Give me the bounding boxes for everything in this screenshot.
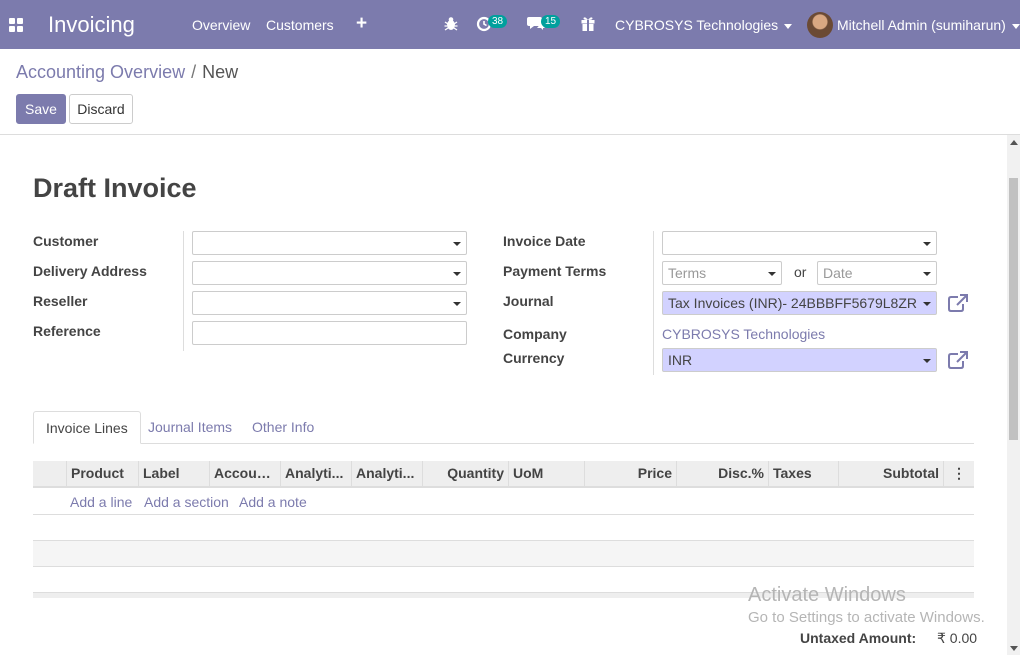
payment-terms-label: Payment Terms xyxy=(503,263,607,279)
tab-other-info[interactable]: Other Info xyxy=(240,411,326,444)
invoice-date-label: Invoice Date xyxy=(503,233,586,249)
add-section-link[interactable]: Add a section xyxy=(144,494,229,510)
messages-count-badge: 15 xyxy=(541,15,561,28)
chevron-down-icon xyxy=(1011,23,1020,29)
due-date-field[interactable]: Date xyxy=(817,261,937,285)
divider xyxy=(0,134,1020,135)
date-placeholder: Date xyxy=(823,265,853,281)
delivery-address-label: Delivery Address xyxy=(33,263,147,279)
column-account[interactable]: Accoun... xyxy=(209,461,280,486)
payment-terms-select[interactable]: Terms xyxy=(662,261,782,285)
breadcrumb-current: New xyxy=(202,62,239,82)
delivery-address-select[interactable] xyxy=(192,261,467,285)
breadcrumb-separator: / xyxy=(191,62,197,82)
column-taxes[interactable]: Taxes xyxy=(768,461,838,486)
page-title: Draft Invoice xyxy=(33,173,197,203)
column-uom[interactable]: UoM xyxy=(508,461,584,486)
bug-icon[interactable] xyxy=(444,16,458,32)
reseller-select[interactable] xyxy=(192,291,467,315)
company-value[interactable]: CYBROSYS Technologies xyxy=(662,326,825,342)
activation-watermark-text: Go to Settings to activate Windows. xyxy=(748,609,985,626)
tab-journal-items[interactable]: Journal Items xyxy=(136,411,244,444)
company-switcher[interactable]: CYBROSYS Technologies xyxy=(615,17,793,33)
scroll-down-icon[interactable] xyxy=(1010,646,1018,651)
reference-input[interactable] xyxy=(192,321,467,345)
journal-value: Tax Invoices (INR)- 24BBBFF5679L8ZR xyxy=(668,295,917,311)
terms-placeholder: Terms xyxy=(668,265,707,281)
menu-customers[interactable]: Customers xyxy=(266,17,334,33)
journal-select[interactable]: Tax Invoices (INR)- 24BBBFF5679L8ZR xyxy=(662,291,937,315)
column-analytic-tags[interactable]: Analyti... xyxy=(351,461,422,486)
tab-invoice-lines[interactable]: Invoice Lines xyxy=(33,411,141,444)
chevron-down-icon xyxy=(453,272,461,276)
add-line-link[interactable]: Add a line xyxy=(70,494,132,510)
customer-label: Customer xyxy=(33,233,99,249)
journal-label: Journal xyxy=(503,293,554,309)
breadcrumb-parent[interactable]: Accounting Overview xyxy=(16,62,185,82)
currency-value: INR xyxy=(668,352,693,368)
plus-icon[interactable]: + xyxy=(356,13,367,35)
save-button[interactable]: Save xyxy=(16,94,66,124)
untaxed-amount-label: Untaxed Amount: xyxy=(800,630,917,646)
chevron-down-icon xyxy=(923,272,931,276)
column-subtotal[interactable]: Subtotal xyxy=(838,461,943,486)
column-product[interactable]: Product xyxy=(66,461,138,486)
company-name: CYBROSYS Technologies xyxy=(615,17,779,33)
top-navbar: Invoicing Overview Customers + 38 15 CYB… xyxy=(0,0,1020,49)
activity-count-badge: 38 xyxy=(488,15,508,28)
column-label[interactable]: Label xyxy=(138,461,209,486)
or-text: or xyxy=(794,264,807,280)
notebook-tabs: Invoice Lines Journal Items Other Info xyxy=(33,411,974,444)
column-analytic-account[interactable]: Analyti... xyxy=(280,461,351,486)
chevron-down-icon xyxy=(453,302,461,306)
table-row xyxy=(33,515,974,541)
chevron-down-icon xyxy=(784,23,793,29)
apps-menu-icon[interactable] xyxy=(9,18,23,32)
optional-columns-icon[interactable]: ⋮ xyxy=(943,461,974,486)
chevron-down-icon xyxy=(923,359,931,363)
column-separator xyxy=(653,231,654,375)
add-note-link[interactable]: Add a note xyxy=(239,494,307,510)
reseller-label: Reseller xyxy=(33,293,88,309)
menu-overview[interactable]: Overview xyxy=(192,17,250,33)
currency-select[interactable]: INR xyxy=(662,348,937,372)
avatar[interactable] xyxy=(807,12,833,38)
reference-label: Reference xyxy=(33,323,101,339)
discard-button[interactable]: Discard xyxy=(69,94,133,124)
gift-icon[interactable] xyxy=(581,16,595,31)
currency-label: Currency xyxy=(503,350,565,366)
activation-watermark-title: Activate Windows xyxy=(748,584,906,606)
user-menu[interactable]: Mitchell Admin (sumiharun) xyxy=(837,17,1020,33)
column-quantity[interactable]: Quantity xyxy=(422,461,508,486)
external-link-icon[interactable] xyxy=(948,294,968,312)
scrollbar-thumb[interactable] xyxy=(1009,178,1018,440)
customer-select[interactable] xyxy=(192,231,467,255)
company-label: Company xyxy=(503,326,567,342)
breadcrumb: Accounting Overview / New xyxy=(16,62,238,83)
user-name: Mitchell Admin (sumiharun) xyxy=(837,17,1006,33)
untaxed-amount-value: ₹ 0.00 xyxy=(937,630,978,646)
scroll-up-icon[interactable] xyxy=(1010,140,1018,145)
chevron-down-icon xyxy=(453,242,461,246)
chevron-down-icon xyxy=(923,302,931,306)
table-header: Product Label Accoun... Analyti... Analy… xyxy=(33,461,974,488)
column-separator xyxy=(183,231,184,351)
chevron-down-icon xyxy=(768,272,776,276)
column-price[interactable]: Price xyxy=(584,461,676,486)
table-row xyxy=(33,541,974,567)
column-discount[interactable]: Disc.% xyxy=(676,461,768,486)
external-link-icon[interactable] xyxy=(948,351,968,369)
app-title[interactable]: Invoicing xyxy=(48,12,135,38)
chevron-down-icon xyxy=(923,242,931,246)
invoice-date-field[interactable] xyxy=(662,231,937,255)
